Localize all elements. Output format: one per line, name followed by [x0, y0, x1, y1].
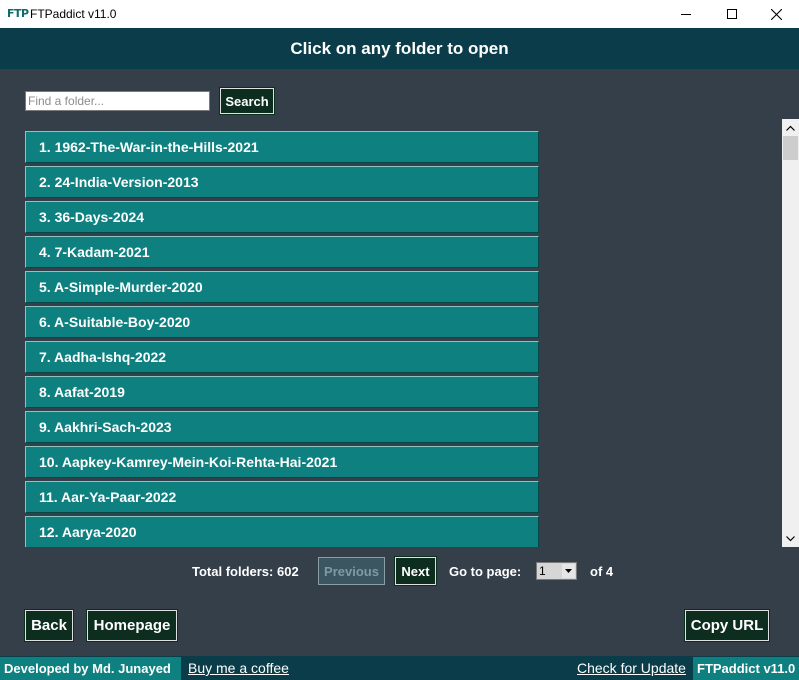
folder-list-item[interactable]: 4. 7-Kadam-2021: [25, 236, 539, 268]
check-update-link[interactable]: Check for Update: [577, 657, 686, 680]
scrollbar[interactable]: [782, 119, 799, 547]
buy-coffee-link[interactable]: Buy me a coffee: [188, 657, 289, 680]
scroll-up-button[interactable]: [782, 119, 799, 136]
header-title: Click on any folder to open: [290, 39, 509, 58]
folder-list-item[interactable]: 8. Aafat-2019: [25, 376, 539, 408]
main-panel: Search 1. 1962-The-War-in-the-Hills-2021…: [0, 69, 799, 656]
maximize-icon: [727, 9, 737, 19]
copy-url-button[interactable]: Copy URL: [685, 610, 769, 641]
version-badge: FTPaddict v11.0: [693, 657, 799, 680]
total-folders-label: Total folders: 602: [192, 564, 299, 579]
homepage-button[interactable]: Homepage: [87, 610, 177, 641]
status-bar: Developed by Md. Junayed Buy me a coffee…: [0, 656, 799, 680]
folder-list-item[interactable]: 5. A-Simple-Murder-2020: [25, 271, 539, 303]
folder-list-item[interactable]: 10. Aapkey-Kamrey-Mein-Koi-Rehta-Hai-202…: [25, 446, 539, 478]
folder-list-item[interactable]: 12. Aarya-2020: [25, 516, 539, 547]
previous-button[interactable]: Previous: [318, 557, 385, 585]
developer-credit: Developed by Md. Junayed: [0, 657, 181, 680]
dropdown-arrow-icon[interactable]: [562, 564, 575, 578]
goto-page-label: Go to page:: [449, 564, 522, 579]
folder-list-item[interactable]: 7. Aadha-Ishq-2022: [25, 341, 539, 373]
search-input[interactable]: [25, 91, 210, 111]
close-button[interactable]: [753, 0, 799, 28]
search-button[interactable]: Search: [220, 88, 274, 114]
folder-list-item[interactable]: 11. Aar-Ya-Paar-2022: [25, 481, 539, 513]
folder-list-item[interactable]: 9. Aakhri-Sach-2023: [25, 411, 539, 443]
minimize-button[interactable]: [663, 0, 709, 28]
app-logo-icon: FTP: [7, 7, 29, 20]
folder-list-item[interactable]: 3. 36-Days-2024: [25, 201, 539, 233]
folder-list-item[interactable]: 1. 1962-The-War-in-the-Hills-2021: [25, 131, 539, 163]
minimize-icon: [681, 14, 691, 15]
scroll-down-button[interactable]: [782, 530, 799, 547]
back-button[interactable]: Back: [25, 610, 73, 641]
scroll-thumb[interactable]: [783, 136, 798, 160]
total-pages-label: of 4: [590, 564, 614, 579]
folder-list: 1. 1962-The-War-in-the-Hills-2021 2. 24-I…: [25, 131, 540, 547]
folder-list-item[interactable]: 6. A-Suitable-Boy-2020: [25, 306, 539, 338]
page-select-value: 1: [539, 564, 546, 578]
next-button[interactable]: Next: [395, 557, 436, 585]
maximize-button[interactable]: [709, 0, 755, 28]
folder-list-item[interactable]: 2. 24-India-Version-2013: [25, 166, 539, 198]
close-icon: [770, 8, 782, 20]
chevron-up-icon: [786, 125, 795, 131]
header-banner: Click on any folder to open: [0, 28, 799, 69]
window-title: FTPaddict v11.0: [30, 7, 117, 21]
page-select[interactable]: 1: [536, 562, 577, 580]
chevron-down-icon: [786, 535, 795, 541]
title-bar: FTP FTPaddict v11.0: [0, 0, 799, 28]
